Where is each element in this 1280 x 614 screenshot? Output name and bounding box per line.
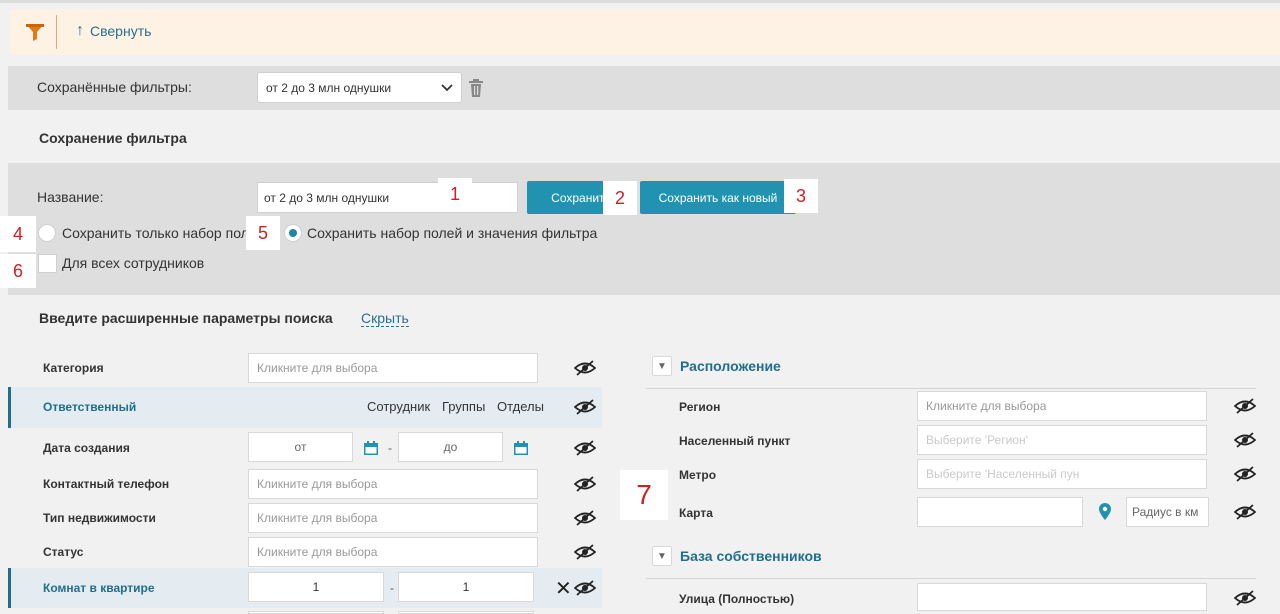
annotation-badge-7: 7: [620, 470, 668, 520]
row-phone: Контактный телефон Кликните для выбора: [8, 466, 602, 502]
eye-slash-icon[interactable]: [574, 476, 596, 492]
eye-slash-icon[interactable]: [1234, 504, 1256, 520]
collapse-label: Свернуть: [90, 23, 152, 39]
save-filter-panel: Название: от 2 до 3 млн однушки Сохранит…: [8, 163, 1280, 295]
fields-and-values-label: Сохранить набор полей и значения фильтра: [307, 225, 598, 241]
rooms-to-input[interactable]: 1: [398, 572, 534, 602]
annotation-badge-6: 6: [0, 254, 36, 288]
row-responsible: Ответственный Сотрудник Группы Отделы: [8, 387, 602, 428]
eye-slash-icon[interactable]: [1234, 432, 1256, 448]
row-status: Статус Кликните для выбора: [8, 534, 602, 570]
annotation-badge-1: 1: [438, 178, 472, 210]
radio-fields-and-values[interactable]: [284, 224, 302, 242]
filter-toolbar: ↑ Свернуть: [10, 9, 1280, 55]
tab-employee[interactable]: Сотрудник: [367, 399, 430, 414]
map-input[interactable]: [917, 497, 1083, 527]
section-divider: [646, 578, 1256, 579]
all-employees-checkbox[interactable]: [38, 254, 57, 273]
annotation-badge-3: 3: [784, 179, 818, 213]
owners-db-title: База собственников: [680, 548, 822, 564]
property-type-input[interactable]: Кликните для выбора: [248, 503, 538, 533]
collapse-button[interactable]: ↑ Свернуть: [76, 22, 152, 40]
arrow-up-icon: ↑: [76, 22, 84, 39]
eye-slash-icon[interactable]: [574, 544, 596, 560]
street-input[interactable]: [917, 583, 1207, 611]
name-label: Название:: [37, 189, 104, 205]
location-title: Расположение: [680, 358, 781, 374]
locality-input[interactable]: Выберите 'Регион': [917, 425, 1207, 455]
chevron-down-icon: ▼: [652, 356, 672, 376]
annotation-badge-4: 4: [0, 216, 36, 252]
all-employees-label: Для всех сотрудников: [62, 255, 205, 271]
metro-input[interactable]: Выберите 'Населенный пун: [917, 459, 1207, 489]
locality-label: Населенный пункт: [679, 434, 791, 448]
range-dash: -: [390, 581, 394, 595]
fields-only-label: Сохранить только набор полей: [62, 225, 265, 241]
phone-input[interactable]: Кликните для выбора: [248, 469, 538, 499]
toolbar-divider: [56, 15, 57, 49]
date-to-input[interactable]: до: [398, 432, 503, 462]
saved-filters-row: Сохранённые фильтры: от 2 до 3 млн однуш…: [8, 66, 1280, 110]
status-input[interactable]: Кликните для выбора: [248, 537, 538, 567]
eye-slash-icon[interactable]: [574, 399, 596, 415]
row-category: Категория Кликните для выбора: [8, 350, 602, 386]
filter-name-value: от 2 до 3 млн однушки: [264, 190, 390, 205]
map-pin-icon[interactable]: [1099, 503, 1111, 520]
phone-label: Контактный телефон: [43, 477, 170, 491]
location-section-header[interactable]: ▼ Расположение: [652, 356, 781, 376]
street-label: Улица (Полностью): [679, 592, 795, 606]
date-from-input[interactable]: от: [248, 432, 353, 462]
calendar-icon[interactable]: [363, 440, 379, 456]
category-input[interactable]: Кликните для выбора: [248, 353, 538, 383]
created-date-label: Дата создания: [43, 441, 130, 455]
hide-link[interactable]: Скрыть: [361, 311, 409, 327]
eye-slash-icon[interactable]: [574, 440, 596, 456]
eye-slash-icon[interactable]: [1234, 590, 1256, 606]
eye-slash-icon[interactable]: [1234, 466, 1256, 482]
region-input[interactable]: Кликните для выбора: [917, 391, 1207, 421]
property-type-label: Тип недвижимости: [43, 511, 156, 525]
rooms-label: Комнат в квартире: [43, 581, 155, 595]
eye-slash-icon[interactable]: [574, 580, 596, 596]
save-as-new-button[interactable]: Сохранить как новый: [640, 181, 796, 214]
eye-slash-icon[interactable]: [574, 510, 596, 526]
section-divider: [646, 388, 1256, 389]
trash-icon[interactable]: [468, 78, 484, 98]
row-created-date: Дата создания от - до: [8, 430, 602, 466]
rooms-from-input[interactable]: 1: [248, 572, 384, 602]
eye-slash-icon[interactable]: [574, 360, 596, 376]
category-label: Категория: [43, 361, 104, 375]
annotation-badge-5: 5: [246, 216, 280, 250]
chevron-down-icon: ▼: [652, 546, 672, 566]
top-border: [0, 0, 1280, 3]
radius-input[interactable]: Радиус в км: [1126, 497, 1209, 527]
tab-departments[interactable]: Отделы: [497, 399, 544, 414]
calendar-icon[interactable]: [513, 440, 529, 456]
filter-name-input[interactable]: от 2 до 3 млн однушки: [257, 182, 518, 213]
saved-filters-label: Сохранённые фильтры:: [37, 79, 192, 95]
eye-slash-icon[interactable]: [1234, 398, 1256, 414]
metro-label: Метро: [679, 468, 717, 482]
region-label: Регион: [679, 400, 721, 414]
status-label: Статус: [43, 545, 84, 559]
save-filter-title: Сохранение фильтра: [39, 130, 187, 146]
map-label: Карта: [679, 506, 713, 520]
filter-funnel-icon[interactable]: [24, 21, 46, 43]
chevron-down-icon: [441, 83, 453, 91]
row-property-type: Тип недвижимости Кликните для выбора: [8, 500, 602, 536]
row-rooms: Комнат в квартире 1 - 1 ✕: [8, 568, 602, 608]
radio-fields-only[interactable]: [38, 224, 56, 242]
saved-filters-value: от 2 до 3 млн однушки: [266, 80, 392, 95]
range-dash: -: [388, 441, 392, 455]
owners-db-section-header[interactable]: ▼ База собственников: [652, 546, 822, 566]
advanced-search-title: Введите расширенные параметры поиска: [39, 310, 333, 326]
tab-groups[interactable]: Группы: [442, 399, 485, 414]
responsible-label: Ответственный: [43, 400, 137, 414]
annotation-badge-2: 2: [603, 181, 637, 215]
clear-icon[interactable]: ✕: [555, 576, 572, 601]
saved-filters-select[interactable]: от 2 до 3 млн однушки: [257, 72, 462, 103]
